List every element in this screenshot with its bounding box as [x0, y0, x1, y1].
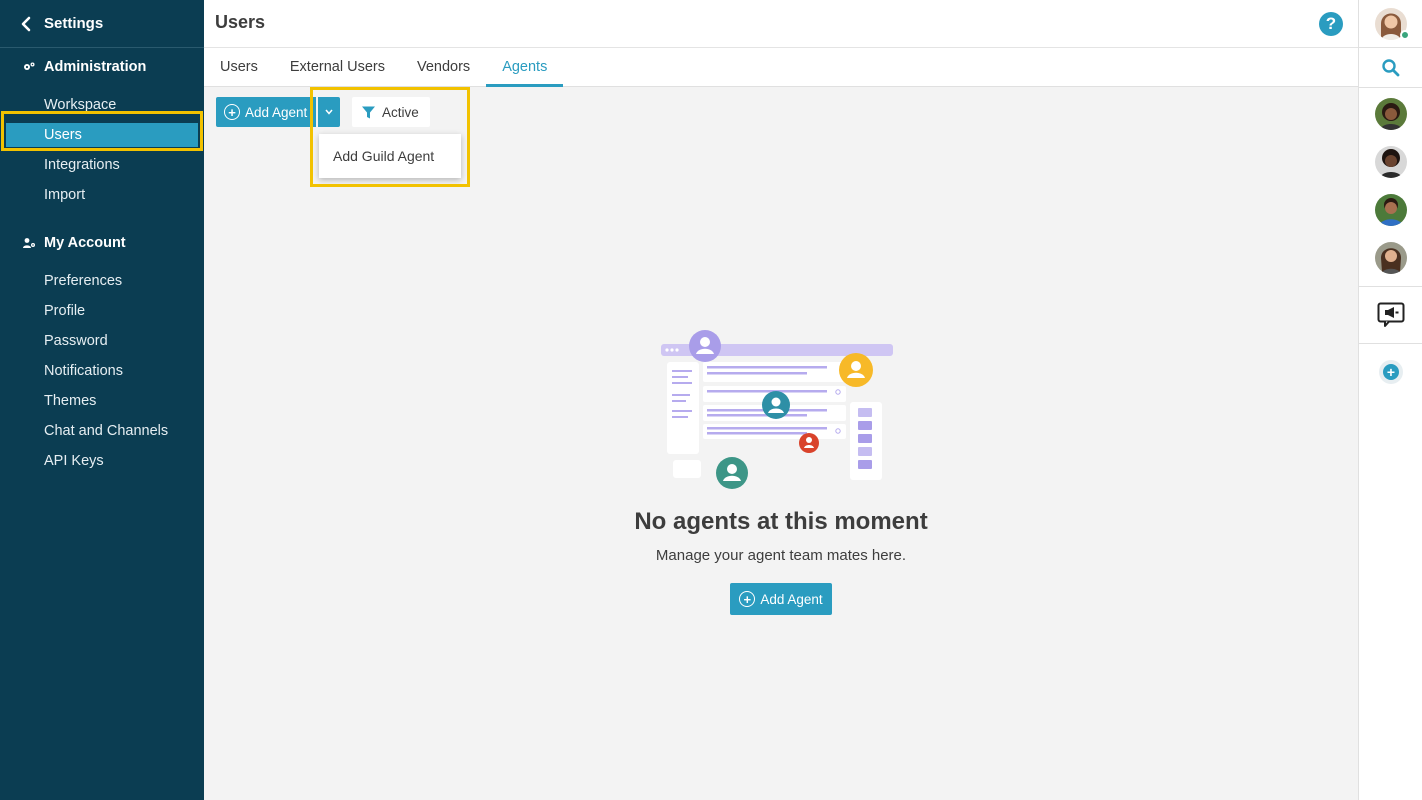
empty-agents-illustration: [661, 330, 893, 489]
rail-divider: [1359, 47, 1422, 48]
help-icon[interactable]: ?: [1319, 12, 1343, 36]
right-rail: +: [1358, 0, 1422, 800]
member-avatar[interactable]: [1375, 242, 1407, 274]
empty-state-subtitle: Manage your agent team mates here.: [655, 547, 907, 564]
section-my-account: My Account: [0, 232, 204, 254]
sidebar-item-integrations[interactable]: Integrations: [0, 150, 204, 180]
add-agent-button[interactable]: + Add Agent: [216, 97, 316, 127]
plus-icon: +: [739, 591, 756, 607]
sidebar-item-themes[interactable]: Themes: [0, 386, 204, 416]
tab-vendors[interactable]: Vendors: [401, 48, 486, 86]
settings-back-header[interactable]: Settings: [0, 0, 204, 48]
section-administration: Administration: [0, 56, 204, 78]
back-chevron-icon: [21, 16, 31, 31]
empty-state-title: No agents at this moment: [634, 508, 928, 535]
member-avatar[interactable]: [1375, 98, 1407, 130]
sidebar-item-password[interactable]: Password: [0, 326, 204, 356]
tab-users[interactable]: Users: [204, 48, 274, 86]
rail-divider: [1359, 87, 1422, 88]
online-status-dot: [1400, 30, 1410, 40]
member-avatar[interactable]: [1375, 194, 1407, 226]
section-my-account-label: My Account: [44, 235, 126, 251]
tab-bar: Users External Users Vendors Agents: [204, 48, 1358, 87]
sidebar-item-preferences[interactable]: Preferences: [0, 266, 204, 296]
sidebar-item-profile[interactable]: Profile: [0, 296, 204, 326]
rail-divider: [1359, 343, 1422, 344]
plus-icon: +: [224, 104, 240, 120]
rail-divider: [1359, 286, 1422, 287]
tab-agents[interactable]: Agents: [486, 48, 564, 87]
search-icon[interactable]: [1381, 58, 1401, 78]
section-administration-label: Administration: [44, 59, 147, 75]
empty-add-agent-button[interactable]: + Add Agent: [730, 583, 832, 615]
account-icon: [22, 236, 36, 250]
add-member-button[interactable]: +: [1379, 360, 1403, 384]
sidebar-item-import[interactable]: Import: [0, 180, 204, 210]
member-avatar[interactable]: [1375, 146, 1407, 178]
tab-external-users[interactable]: External Users: [274, 48, 401, 86]
empty-add-agent-label: Add Agent: [760, 591, 823, 607]
add-agent-label: Add Agent: [245, 104, 308, 120]
sidebar-item-chat-and-channels[interactable]: Chat and Channels: [0, 416, 204, 446]
administration-icon: [22, 60, 36, 74]
page-header: Users ?: [204, 0, 1358, 48]
sidebar-item-api-keys[interactable]: API Keys: [0, 446, 204, 476]
plus-icon: +: [1383, 364, 1399, 380]
sidebar-item-notifications[interactable]: Notifications: [0, 356, 204, 386]
users-highlight-box: [1, 111, 203, 151]
page-title: Users: [215, 12, 266, 32]
dropdown-highlight-box: [310, 87, 470, 187]
settings-title: Settings: [44, 15, 104, 32]
announcement-icon[interactable]: [1377, 302, 1405, 328]
